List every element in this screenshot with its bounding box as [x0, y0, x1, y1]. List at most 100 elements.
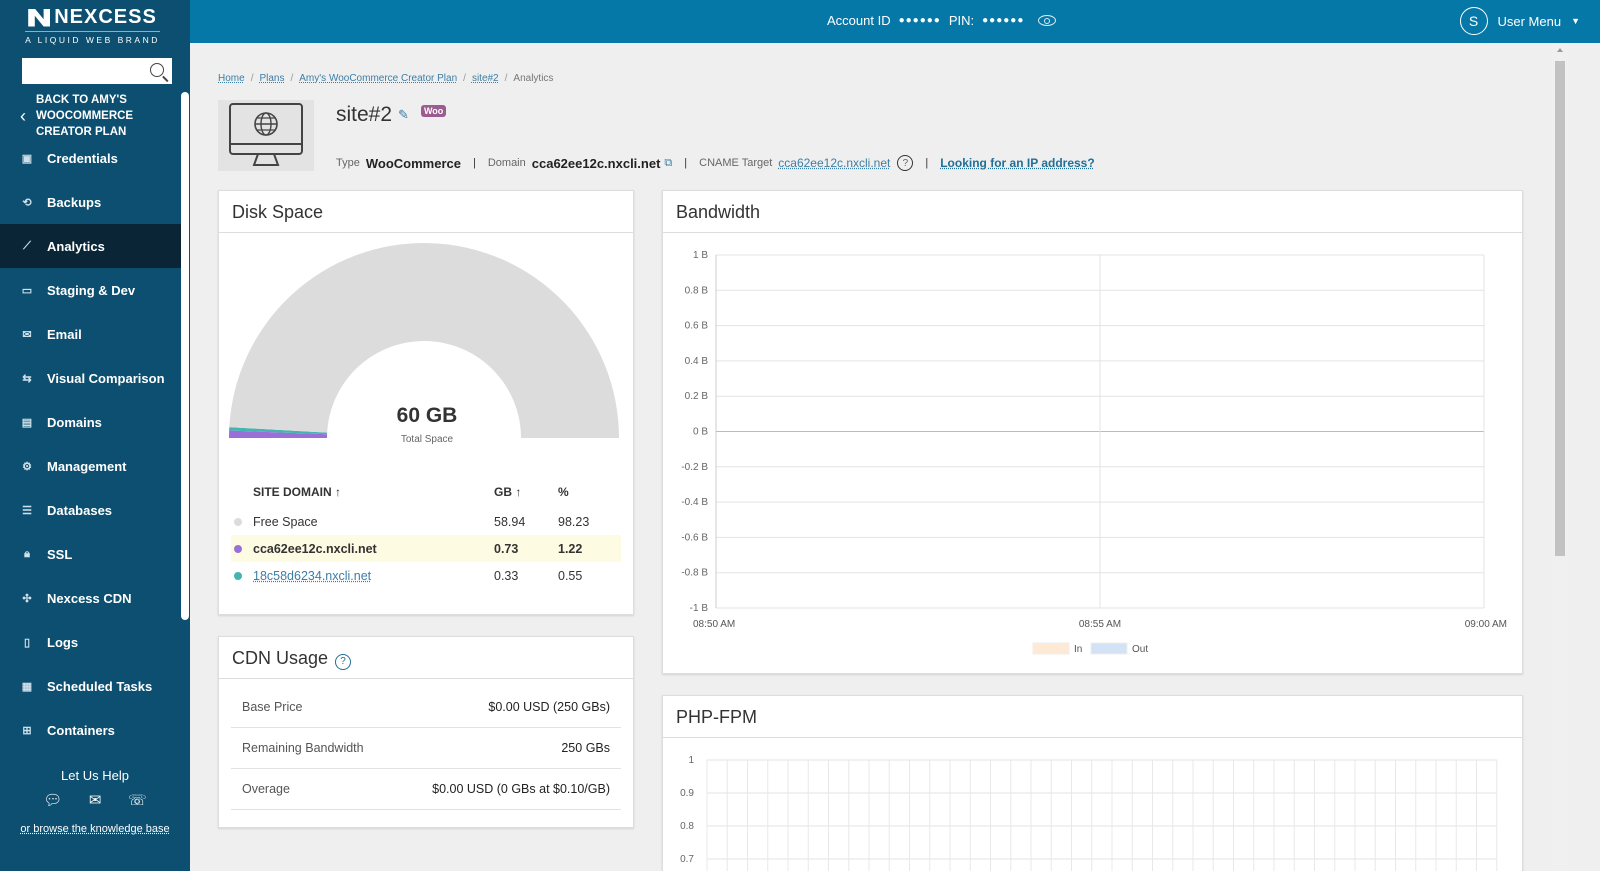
- sidebar-item-label: Management: [47, 459, 126, 474]
- edit-pencil-icon[interactable]: ✎: [398, 107, 409, 123]
- phone-icon[interactable]: ☏: [128, 791, 147, 809]
- chat-icon[interactable]: 💬︎: [43, 791, 62, 809]
- eye-icon[interactable]: [1038, 15, 1056, 26]
- row-domain: Free Space: [253, 515, 318, 529]
- row-domain[interactable]: 18c58d6234.nxcli.net: [253, 569, 371, 583]
- col-gb[interactable]: GB ↑: [494, 485, 558, 499]
- back-to-plan-label: BACK TO AMY'S WOOCOMMERCE CREATOR PLAN: [36, 92, 136, 140]
- bandwidth-y-tick-label: 0.8 B: [685, 285, 709, 296]
- sidebar-item-label: Logs: [47, 635, 78, 650]
- sidebar-item-ssl[interactable]: 🔒︎SSL: [0, 532, 181, 576]
- scroll-up-arrow-icon[interactable]: [1557, 48, 1563, 52]
- bandwidth-y-tick-label: 1 B: [693, 250, 708, 261]
- container-icon: ⊞: [21, 724, 33, 736]
- site-meta: Type WooCommerce | Domain cca62ee12c.nxc…: [336, 155, 1095, 171]
- breadcrumb-separator: /: [251, 73, 254, 84]
- cdn-row-value: $0.00 USD (0 GBs at $0.10/GB): [432, 782, 610, 796]
- help-question-icon[interactable]: ?: [897, 155, 913, 171]
- monitor-globe-icon: [218, 100, 314, 171]
- calendar-icon: ▦: [21, 680, 33, 692]
- sidebar-scrollbar[interactable]: [181, 92, 189, 620]
- sidebar-item-domains[interactable]: ▤ Domains: [0, 400, 181, 444]
- help-panel: Let Us Help 💬︎ ✉ ☏ or browse the knowled…: [0, 748, 190, 871]
- disk-table-header: SITE DOMAIN ↑ GB ↑ %: [231, 476, 621, 508]
- bandwidth-x-tick-label: 08:50 AM: [693, 619, 735, 630]
- legend-swatch-in[interactable]: [1033, 643, 1069, 654]
- user-menu[interactable]: S User Menu ▼: [1460, 7, 1581, 35]
- total-space-value: 60 GB: [219, 404, 635, 428]
- breadcrumb-item[interactable]: site#2: [472, 73, 499, 84]
- help-question-icon[interactable]: ?: [335, 654, 351, 670]
- site-name: site#2: [336, 103, 392, 127]
- disk-table-row: cca62ee12c.nxcli.net 0.731.22: [231, 535, 621, 562]
- row-percent: 98.23: [558, 515, 618, 529]
- sidebar-item-label: Nexcess CDN: [47, 591, 132, 606]
- user-menu-label: User Menu: [1498, 14, 1562, 29]
- globe-book-icon: ▤: [21, 416, 33, 428]
- row-domain: cca62ee12c.nxcli.net: [253, 542, 377, 556]
- nexcess-logo-icon: [28, 9, 50, 27]
- domain-label: Domain: [488, 157, 526, 169]
- row-domain-cell: cca62ee12c.nxcli.net: [253, 542, 494, 556]
- sidebar-search-input[interactable]: [22, 58, 142, 84]
- sidebar-item-analytics[interactable]: ⟋Analytics: [0, 224, 181, 268]
- sidebar-item-label: Staging & Dev: [47, 283, 135, 298]
- row-percent: 1.22: [558, 542, 618, 556]
- sidebar-item-logs[interactable]: ▯Logs: [0, 620, 181, 664]
- sidebar-item-email[interactable]: ✉Email: [0, 312, 181, 356]
- col-site-domain[interactable]: SITE DOMAIN ↑: [253, 485, 494, 499]
- back-to-plan-link[interactable]: ‹ BACK TO AMY'S WOOCOMMERCE CREATOR PLAN: [20, 92, 180, 140]
- sidebar-item-management[interactable]: ⚙ Management: [0, 444, 181, 488]
- nexcess-logo[interactable]: NEXCESS A LIQUID WEB BRAND: [25, 6, 160, 45]
- id-card-icon: ▣: [21, 152, 33, 164]
- breadcrumb: Home / Plans / Amy's WooCommerce Creator Pla…: [218, 73, 553, 84]
- ip-address-link[interactable]: Looking for an IP address?: [940, 156, 1094, 170]
- line-chart-icon: ⟋: [21, 240, 33, 252]
- sidebar-item-scheduled-tasks[interactable]: ▦Scheduled Tasks: [0, 664, 181, 708]
- bandwidth-y-tick-label: 0.2 B: [685, 391, 709, 402]
- sidebar-item-visual-comparison[interactable]: ⇆Visual Comparison: [0, 356, 181, 400]
- row-gb: 0.33: [494, 569, 558, 583]
- sidebar-item-staging-dev[interactable]: ▭Staging & Dev: [0, 268, 181, 312]
- bandwidth-x-tick-label: 08:55 AM: [1079, 619, 1121, 630]
- page-scrollbar-thumb[interactable]: [1555, 61, 1565, 556]
- php-y-tick-label: 1: [688, 755, 694, 766]
- sidebar-item-databases[interactable]: ☰Databases: [0, 488, 181, 532]
- breadcrumb-item[interactable]: Plans: [259, 73, 284, 84]
- sidebar-item-label: Domains: [47, 415, 102, 430]
- cdn-usage-header: CDN Usage ?: [219, 637, 633, 679]
- copy-icon[interactable]: ⧉: [664, 157, 672, 170]
- envelope-icon[interactable]: ✉: [89, 791, 102, 809]
- legend-swatch-out[interactable]: [1091, 643, 1127, 654]
- breadcrumb-item[interactable]: Home: [218, 73, 245, 84]
- bandwidth-y-tick-label: -0.8 B: [681, 568, 708, 579]
- bandwidth-y-tick-label: -0.2 B: [681, 462, 708, 473]
- legend-label-out[interactable]: Out: [1132, 644, 1148, 655]
- bandwidth-y-tick-label: -0.6 B: [681, 532, 708, 543]
- bandwidth-title: Bandwidth: [663, 191, 1522, 233]
- caret-down-icon: ▼: [1571, 16, 1580, 26]
- page-scrollbar[interactable]: [1552, 43, 1568, 871]
- legend-dot-icon: [234, 572, 242, 580]
- breadcrumb-separator: /: [463, 73, 466, 84]
- domain-value: cca62ee12c.nxcli.net: [532, 156, 661, 171]
- row-percent: 0.55: [558, 569, 618, 583]
- sidebar-item-nexcess-cdn[interactable]: ✣Nexcess CDN: [0, 576, 181, 620]
- cname-link[interactable]: cca62ee12c.nxcli.net: [778, 156, 890, 170]
- avatar: S: [1460, 7, 1488, 35]
- lock-icon: 🔒︎: [21, 548, 33, 560]
- sidebar-item-backups[interactable]: ⟲Backups: [0, 180, 181, 224]
- knowledge-base-link[interactable]: or browse the knowledge base: [0, 823, 190, 835]
- search-icon[interactable]: [150, 63, 164, 77]
- sidebar-item-credentials[interactable]: ▣Credentials: [0, 136, 181, 180]
- php-fpm-chart: 10.90.80.7: [663, 738, 1522, 871]
- sidebar-item-containers[interactable]: ⊞Containers: [0, 708, 181, 740]
- database-icon: ☰: [21, 504, 33, 516]
- row-gb: 0.73: [494, 542, 558, 556]
- bandwidth-y-tick-label: 0 B: [693, 427, 708, 438]
- breadcrumb-item[interactable]: Amy's WooCommerce Creator Plan: [299, 73, 457, 84]
- sidebar-item-label: Backups: [47, 195, 101, 210]
- legend-label-in[interactable]: In: [1074, 644, 1082, 655]
- cdn-usage-list: Base Price$0.00 USD (250 GBs)Remaining B…: [219, 679, 633, 810]
- gear-icon: ⚙: [21, 460, 33, 472]
